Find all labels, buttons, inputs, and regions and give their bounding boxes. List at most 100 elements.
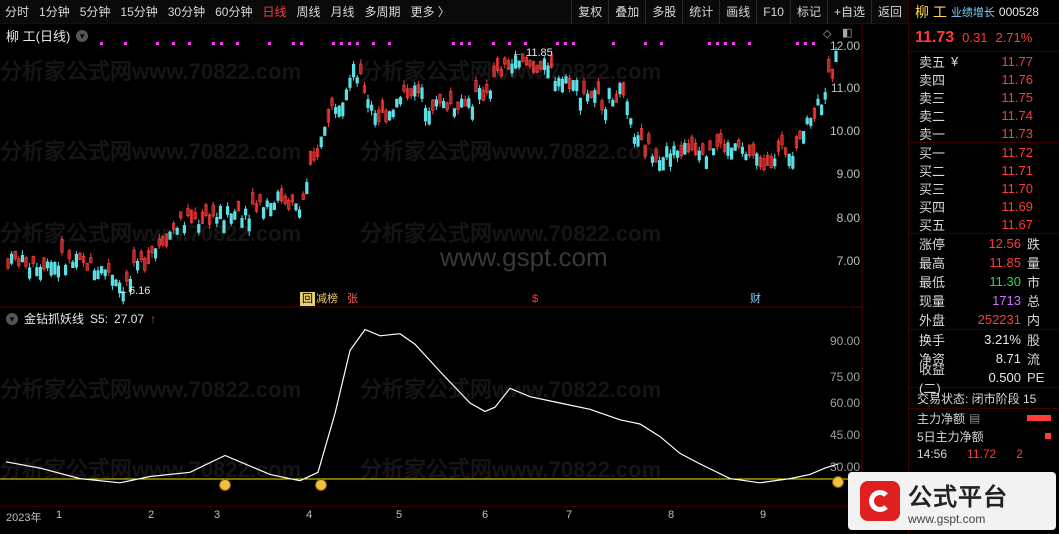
stock-tag[interactable]: 业绩增长 [951,4,995,20]
candle-body [791,155,795,169]
candle-body [542,58,547,71]
tool-button[interactable]: +自选 [826,0,871,24]
bid-row[interactable]: 买二 11.71 [909,161,1059,179]
event-tag[interactable]: $ [530,292,540,306]
candle-body [672,145,676,156]
tool-button[interactable]: 统计 [682,0,719,24]
candle-body [823,92,827,100]
panel-toggle-icon[interactable]: ◧ [842,26,852,39]
tool-button[interactable]: 标记 [789,0,827,24]
candle-body [182,225,186,234]
period-tab[interactable]: 更多 〉 [406,0,455,24]
candle-body [420,87,424,99]
candle-body [355,77,359,84]
x-tick-label: 8 [668,509,675,521]
tick-volume: 2 [1016,447,1023,461]
signal-dot [460,42,463,45]
list-icon: ▤ [969,411,981,425]
stock-name: 柳 工 [915,3,947,20]
x-tick-label: 9 [760,509,767,521]
signal-dot [292,42,295,45]
ask-row[interactable]: 卖四 11.76 [909,70,1059,88]
candle-body [348,77,352,88]
ask-row[interactable]: 卖一 11.73 [909,124,1059,142]
candle-body [809,118,813,126]
candle-body [333,107,338,114]
tool-button[interactable]: 返回 [870,0,908,24]
chevron-down-icon[interactable]: ▾ [76,29,89,42]
stat-row: 最高 11.85 量 [909,253,1059,272]
ask-row[interactable]: 卖三 11.75 [909,88,1059,106]
candle-body [712,148,716,156]
ask-row[interactable]: 卖二 11.74 [909,106,1059,124]
period-tab[interactable]: 分时 [0,0,34,24]
indicator-line [5,328,839,484]
tool-button[interactable]: 复权 [571,0,608,24]
period-tab[interactable]: 5分钟 [75,0,116,24]
candle-body [816,98,820,106]
flow-row[interactable]: 5日主力净额 [909,427,1059,445]
bid-price: 11.71 [1001,162,1033,178]
candle-body [820,104,824,116]
kline-chart[interactable]: ← 11.85 ←6.16 [0,24,908,528]
indicator-y-tick-label: 75.00 [829,370,860,384]
chevron-down-icon[interactable]: ▾ [6,312,18,325]
stat-extra-label: 流 [1027,352,1041,367]
period-tab[interactable]: 周线 [291,0,325,24]
stat-label: 现量 [919,294,946,309]
candle-body [114,279,118,287]
stat-value: 0.500 [988,370,1021,385]
candle-body [452,108,457,117]
stock-code: 000528 [998,4,1039,19]
indicator-arrow: ↑ [150,311,157,326]
candle-body [755,153,759,166]
bid-row[interactable]: 买三 11.70 [909,179,1059,197]
signal-dot [156,42,159,45]
x-tick-label: 4 [306,509,313,521]
period-tab[interactable]: 15分钟 [115,0,162,24]
y-tick-label: 7.00 [836,254,860,268]
signal-dot [732,42,735,45]
candle-body [683,142,687,155]
tool-button[interactable]: 画线 [719,0,756,24]
candle-body [607,88,611,100]
stat-value: 8.71 [995,351,1021,366]
candle-body [629,118,633,125]
candle-body [802,130,806,144]
candle-body [27,267,32,279]
candle-body [611,99,615,107]
period-tab[interactable]: 多周期 [360,0,406,24]
event-tag[interactable]: 张 [345,292,360,306]
event-tag[interactable]: 财 [748,292,763,306]
tool-button[interactable]: 多股 [645,0,682,24]
chart-area[interactable]: ← 11.85 ←6.16 柳 工(日线) ▾ ◇ ◧ ▾ 金钻抓妖线 S5: 2… [0,24,908,528]
period-tab[interactable]: 30分钟 [163,0,210,24]
tool-button[interactable]: F10 [756,0,790,24]
event-tag[interactable]: 回 [300,292,315,306]
logo-url: www.gspt.com [908,511,986,526]
candle-body [297,209,302,218]
period-tab[interactable]: 月线 [326,0,360,24]
quote-panel: 柳 工 业绩增长 000528 11.73 0.31 2.71% 卖五 ¥11.7… [908,0,1059,534]
bid-row[interactable]: 买一 11.72 [909,143,1059,161]
period-tab[interactable]: 60分钟 [210,0,257,24]
indicator-title: ▾ 金钻抓妖线 S5: 27.07 ↑ [6,310,156,327]
indicator-series-label: S5: [90,311,109,326]
period-tab[interactable]: 1分钟 [34,0,75,24]
price-change-pct: 2.71% [995,30,1033,45]
buy-signal-icon [832,476,844,488]
event-tag[interactable]: 减榜 [314,292,340,306]
tool-button[interactable]: 叠加 [608,0,645,24]
buy-signal-icon [219,479,231,491]
period-tab[interactable]: 日线 [257,0,291,24]
bid-row[interactable]: 买五 11.67 [909,215,1059,233]
signal-dot [220,42,223,45]
candle-body [730,147,734,160]
ask-row[interactable]: 卖五 ¥11.77 [909,52,1059,70]
flow-row[interactable]: 主力净额 ▤ [909,409,1059,427]
candle-body [71,261,75,268]
ask-price: 11.76 [1001,71,1033,87]
bid-row[interactable]: 买四 11.69 [909,197,1059,215]
flow-bar [1045,433,1051,439]
candle-body [344,89,349,101]
